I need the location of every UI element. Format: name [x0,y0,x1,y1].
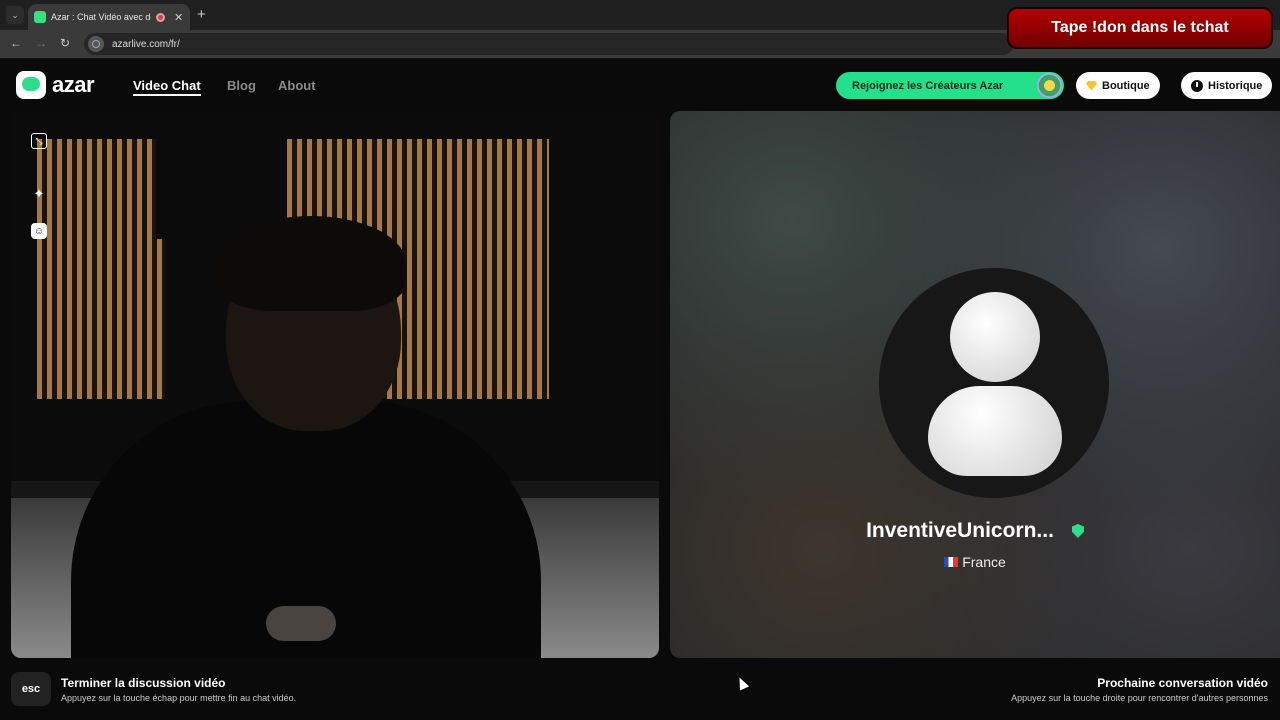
history-label: Historique [1208,79,1263,92]
avatar-head-icon [950,292,1040,382]
person-hand [266,606,336,641]
app-header: azar Video Chat Blog About Rejoignez les… [0,60,1280,110]
new-tab-button[interactable]: + [197,6,206,23]
next-chat-hint: Appuyez sur la touche droite pour rencon… [1011,693,1268,703]
verified-shield-icon [1071,524,1084,538]
end-chat-hint: Appuyez sur la touche échap pour mettre … [61,693,297,703]
esc-key-button[interactable]: esc [11,672,51,706]
nav-about[interactable]: About [278,78,316,93]
forward-button[interactable]: → [35,36,47,50]
address-bar[interactable]: azarlive.com/fr/ [84,33,1014,55]
nav-blog[interactable]: Blog [227,78,256,93]
nav-video-chat[interactable]: Video Chat [133,78,201,96]
creators-badge-icon [1037,73,1062,98]
logo-text: azar [52,72,95,97]
shortcut-hints-bar: esc Terminer la discussion vidéo Appuyez… [0,660,1280,720]
shop-button[interactable]: Boutique [1076,72,1160,99]
remote-user-row: InventiveUnicorn... [670,519,1280,543]
remote-username: InventiveUnicorn... [866,519,1054,542]
tab-close-icon[interactable]: ✕ [174,11,183,24]
site-info-icon[interactable] [88,36,104,52]
france-flag-icon [944,557,959,567]
shop-label: Boutique [1102,79,1150,92]
wall-panel-left [37,139,165,399]
history-button[interactable]: Historique [1181,72,1273,99]
end-chat-title: Terminer la discussion vidéo [61,676,226,690]
tab-search-button[interactable]: ⌄ [6,6,24,24]
avatar-body-icon [928,386,1062,476]
azar-favicon-icon [34,11,46,23]
azar-logo[interactable]: azar [16,71,95,99]
remote-country-row: France [670,554,1280,570]
local-video-feed: ⤡ ✦ ☺ [11,111,659,658]
gem-icon [1086,80,1097,91]
recording-indicator-icon [156,12,165,22]
azar-logo-icon [16,71,46,99]
remote-video-feed: InventiveUnicorn... France [670,111,1280,658]
expand-icon[interactable]: ⤡ [31,133,47,149]
face-filter-icon[interactable]: ☺ [31,223,47,239]
back-button[interactable]: ← [10,36,22,50]
reload-button[interactable]: ↻ [60,36,70,50]
tab-title: Azar : Chat Vidéo avec de n [51,12,151,22]
clock-icon [1191,79,1203,92]
next-chat-title[interactable]: Prochaine conversation vidéo [1097,676,1268,690]
person-hair [216,216,406,311]
stream-overlay-banner: Tape !don dans le tchat [1007,7,1273,49]
join-creators-label: Rejoignez les Créateurs Azar [852,79,1004,92]
sparkle-icon[interactable]: ✦ [31,186,47,202]
default-avatar [879,268,1109,498]
join-creators-button[interactable]: Rejoignez les Créateurs Azar [836,72,1064,99]
remote-country: France [962,554,1006,570]
browser-tab[interactable]: Azar : Chat Vidéo avec de n ✕ [28,4,190,30]
url-text: azarlive.com/fr/ [112,38,180,50]
